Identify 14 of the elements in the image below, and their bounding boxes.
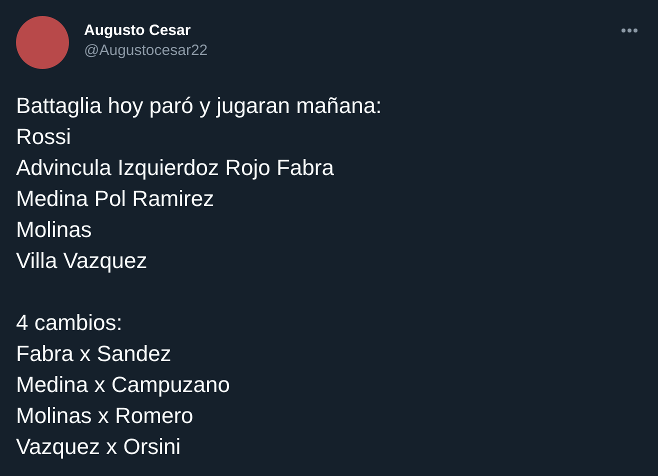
tweet-text-line: Medina x Campuzano <box>16 371 232 399</box>
tweet-text-line: Molinas x Romero <box>16 402 194 430</box>
tweet-text-line: Vazquez x Orsini <box>16 433 182 461</box>
tweet-text-line: Villa Vazquez <box>16 247 148 275</box>
author-name[interactable]: Augusto Cesar <box>84 21 621 41</box>
tweet-text-line: Battaglia hoy paró y jugaran mañana: <box>16 92 383 120</box>
tweet-text-line: Medina Pol Ramirez <box>16 185 216 213</box>
author-handle[interactable]: @Augustocesar22 <box>84 41 621 61</box>
more-options-icon[interactable] <box>621 28 638 33</box>
tweet-text-line: 4 cambios: <box>16 309 124 337</box>
tweet-text-line: Fabra x Sandez <box>16 340 172 368</box>
tweet-text-line: Rossi <box>16 123 72 151</box>
tweet-text-line: Molinas <box>16 216 93 244</box>
tweet-text-line: Advincula Izquierdoz Rojo Fabra <box>16 154 335 182</box>
